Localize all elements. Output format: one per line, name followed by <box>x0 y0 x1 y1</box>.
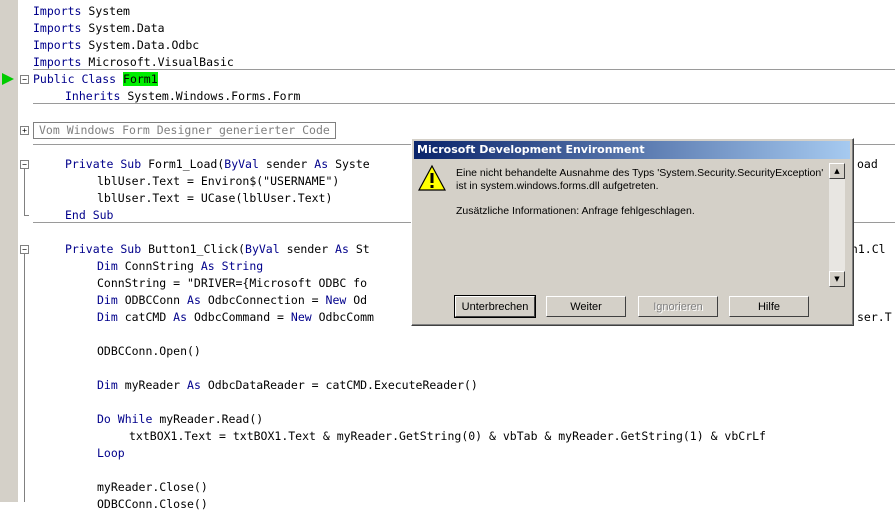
code-text: OdbcDataReader = catCMD.ExecuteReader() <box>200 378 478 392</box>
code-line[interactable]: ODBCConn.Open() <box>97 343 201 360</box>
highlighted-identifier: Form1 <box>123 72 158 86</box>
exception-message: Eine nicht behandelte Ausnahme des Typs … <box>456 167 824 192</box>
code-text: Syste <box>328 157 370 171</box>
keyword: String <box>214 259 264 273</box>
fold-line <box>24 254 25 502</box>
keyword: As <box>335 242 349 256</box>
code-text: System <box>81 4 130 18</box>
keyword: Dim <box>97 310 118 324</box>
break-button[interactable]: Unterbrechen <box>454 295 536 318</box>
collapse-icon[interactable]: − <box>20 75 29 84</box>
code-line[interactable]: Imports System.Data <box>33 20 165 37</box>
code-text: ODBCConn <box>117 293 188 307</box>
code-line[interactable]: myReader.Close() <box>97 479 208 496</box>
message-scrollbar[interactable]: ▲ ▼ <box>829 163 845 287</box>
keyword: Dim <box>97 378 118 392</box>
code-text: ConnString <box>117 259 201 273</box>
warning-icon <box>418 164 446 191</box>
code-line[interactable]: txtBOX1.Text = txtBOX1.Text & myReader.G… <box>129 428 766 445</box>
code-text: myReader <box>117 378 188 392</box>
scroll-up-icon[interactable]: ▲ <box>829 163 845 179</box>
keyword: Dim <box>97 293 118 307</box>
keyword: As <box>187 378 201 392</box>
ignore-button[interactable]: Ignorieren <box>638 296 718 317</box>
keyword: Public Class <box>33 72 117 86</box>
keyword: Imports <box>33 55 82 69</box>
keyword: New <box>325 293 347 307</box>
keyword: Dim <box>97 259 118 273</box>
code-line[interactable]: ConnString = "DRIVER={Microsoft ODBC fo <box>97 275 367 292</box>
keyword: Imports <box>33 38 82 52</box>
keyword: Imports <box>33 4 82 18</box>
code-text: Od <box>346 293 368 307</box>
dialog-title[interactable]: Microsoft Development Environment <box>414 141 850 159</box>
keyword: Private Sub <box>65 157 142 171</box>
keyword: ByVal <box>245 242 280 256</box>
code-text: sender <box>258 157 315 171</box>
code-text: Microsoft.VisualBasic <box>81 55 234 69</box>
code-line[interactable]: lblUser.Text = Environ$("USERNAME") <box>97 173 339 190</box>
code-line[interactable]: Imports System <box>33 3 130 20</box>
code-text: System.Data <box>81 21 165 35</box>
keyword: ByVal <box>224 157 259 171</box>
keyword: As <box>187 293 201 307</box>
code-text: OdbcCommand = <box>187 310 291 324</box>
code-line[interactable]: Imports System.Data.Odbc <box>33 37 199 54</box>
code-line[interactable]: ODBCConn.Close() <box>97 496 208 513</box>
help-button[interactable]: Hilfe <box>729 296 809 317</box>
code-text: Button1_Click( <box>141 242 246 256</box>
additional-info: Zusätzliche Informationen: Anfrage fehlg… <box>456 205 695 217</box>
collapse-icon[interactable]: − <box>20 160 29 169</box>
collapsed-region[interactable]: Vom Windows Form Designer generierter Co… <box>33 122 336 139</box>
code-line[interactable]: Do While myReader.Read() <box>97 411 263 428</box>
keyword: Inherits <box>65 89 121 103</box>
code-line[interactable]: Dim ODBCConn As OdbcConnection = New Od <box>97 292 367 309</box>
execution-pointer-icon <box>2 73 14 85</box>
code-text: OdbcConnection = <box>200 293 326 307</box>
message-text: Eine nicht behandelte Ausnahme des Typs … <box>456 167 831 218</box>
message-area: Eine nicht behandelte Ausnahme des Typs … <box>452 163 848 287</box>
code-text: System.Windows.Forms.Form <box>120 89 301 103</box>
code-line[interactable]: Dim ConnString As String <box>97 258 263 275</box>
procedure-separator <box>33 103 895 104</box>
scroll-down-icon[interactable]: ▼ <box>829 271 845 287</box>
fold-line <box>24 169 25 215</box>
fold-end <box>24 215 29 216</box>
keyword: As <box>200 259 215 273</box>
keyword: Do While <box>97 412 153 426</box>
code-text: catCMD <box>117 310 174 324</box>
collapse-icon[interactable]: − <box>20 245 29 254</box>
keyword: As <box>173 310 188 324</box>
code-line[interactable]: Public Class Form1 <box>33 71 158 88</box>
procedure-separator <box>33 69 895 70</box>
code-line[interactable]: Private Sub Form1_Load(ByVal sender As S… <box>65 156 370 173</box>
code-text: OdbcComm <box>311 310 374 324</box>
keyword: As <box>314 157 329 171</box>
keyword: Imports <box>33 21 82 35</box>
code-text: System.Data.Odbc <box>81 38 200 52</box>
code-line-tail: ser.T <box>857 310 892 324</box>
code-line[interactable]: Dim catCMD As OdbcCommand = New OdbcComm <box>97 309 374 326</box>
code-line[interactable]: lblUser.Text = UCase(lblUser.Text) <box>97 190 332 207</box>
code-line[interactable]: Private Sub Button1_Click(ByVal sender A… <box>65 241 370 258</box>
keyword: New <box>290 310 312 324</box>
code-text: myReader.Read() <box>152 412 264 426</box>
code-text: sender <box>279 242 336 256</box>
code-line[interactable]: Loop <box>97 445 125 462</box>
code-line[interactable]: Dim myReader As OdbcDataReader = catCMD.… <box>97 377 478 394</box>
code-line-tail: oad <box>857 157 878 171</box>
code-text: Form1_Load( <box>141 157 225 171</box>
keyword: Private Sub <box>65 242 142 256</box>
continue-button[interactable]: Weiter <box>546 296 626 317</box>
exception-dialog[interactable]: Microsoft Development Environment Eine n… <box>411 138 854 326</box>
expand-icon[interactable]: + <box>20 126 29 135</box>
code-text: St <box>348 242 370 256</box>
